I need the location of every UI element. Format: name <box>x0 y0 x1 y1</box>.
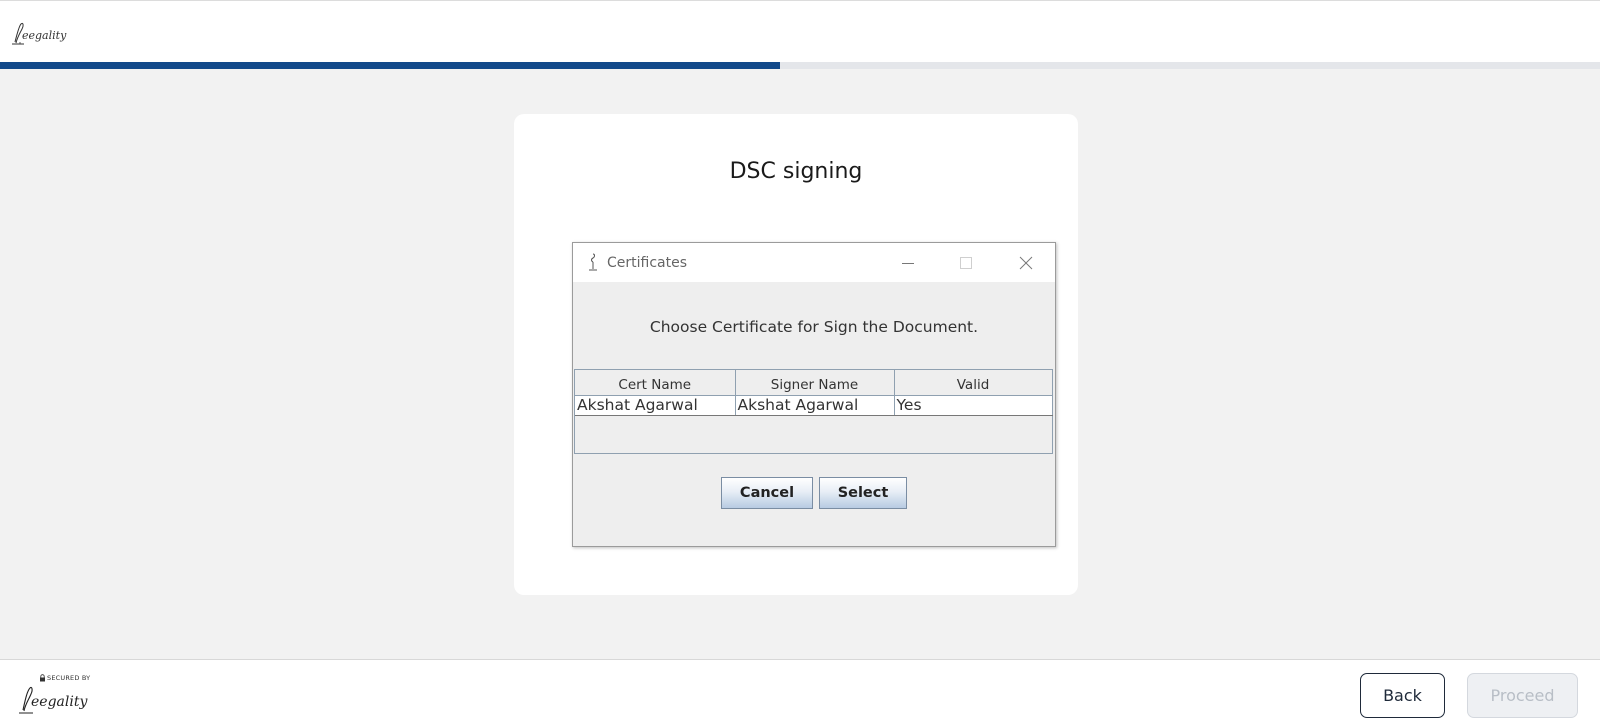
back-button[interactable]: Back <box>1360 673 1445 718</box>
leegality-logo: eegality <box>11 18 71 48</box>
proceed-button[interactable]: Proceed <box>1467 673 1578 718</box>
cell-cert-name[interactable]: Akshat Agarwal <box>575 394 736 416</box>
svg-text:eegality: eegality <box>22 29 67 42</box>
lock-icon <box>39 674 46 682</box>
leegality-logo-script: eegality <box>12 22 67 45</box>
select-button[interactable]: Select <box>819 477 907 509</box>
dialog-prompt: Choose Certificate for Sign the Document… <box>649 318 979 336</box>
cell-valid[interactable]: Yes <box>893 394 1053 416</box>
certificates-dialog: Certificates Choose Certificate for Sign… <box>572 242 1056 547</box>
svg-text:eegality: eegality <box>31 694 88 710</box>
footer: SECURED BY eegality Back Proceed <box>0 659 1600 719</box>
cell-signer-name[interactable]: Akshat Agarwal <box>734 394 895 416</box>
table-header-row: Cert Name Signer Name Valid <box>575 370 1053 396</box>
table-row[interactable]: Akshat Agarwal Akshat Agarwal Yes <box>575 394 1053 416</box>
minimize-icon <box>902 262 914 264</box>
close-icon <box>1019 256 1033 269</box>
column-header-valid[interactable]: Valid <box>893 370 1053 396</box>
top-header: eegality <box>0 0 1600 62</box>
column-header-signer-name[interactable]: Signer Name <box>734 370 895 396</box>
secured-by-label: SECURED BY <box>47 674 91 682</box>
dialog-titlebar[interactable]: Certificates <box>573 243 1055 282</box>
progress-bar <box>0 62 1600 69</box>
maximize-icon <box>960 256 972 269</box>
close-button[interactable] <box>1003 243 1049 282</box>
leegality-app-icon <box>586 252 600 272</box>
leegality-footer-logo: eegality <box>17 682 95 716</box>
minimize-button[interactable] <box>885 243 931 282</box>
progress-bar-fill <box>0 62 780 69</box>
maximize-button[interactable] <box>943 243 989 282</box>
column-header-cert-name[interactable]: Cert Name <box>575 370 736 396</box>
certificate-table: Cert Name Signer Name Valid Akshat Agarw… <box>574 369 1053 454</box>
dialog-title: Certificates <box>607 255 688 271</box>
cancel-button[interactable]: Cancel <box>721 477 813 509</box>
page-title: DSC signing <box>729 159 863 184</box>
leegality-footer-logo-script: eegality <box>19 686 88 714</box>
